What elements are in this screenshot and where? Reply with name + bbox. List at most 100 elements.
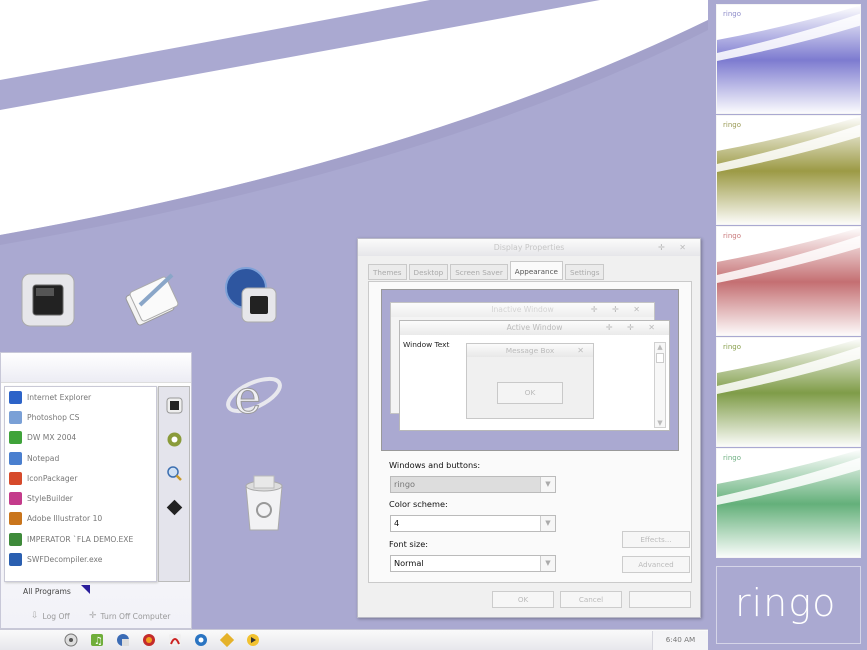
svg-text:♫: ♫ <box>94 636 103 647</box>
preview-scrollbar: ▲ ▼ <box>654 342 666 428</box>
chevron-down-icon[interactable]: ▼ <box>540 556 555 571</box>
player-icon[interactable] <box>246 633 260 647</box>
notepad-icon <box>9 451 22 465</box>
internet-explorer-icon <box>9 390 22 404</box>
control-panel-small-icon[interactable] <box>166 431 183 448</box>
log-off-button[interactable]: ⇩ Log Off <box>31 611 70 621</box>
system-clock[interactable]: 6:40 AM <box>652 631 708 650</box>
brand-wordmark: ringo <box>735 581 837 625</box>
svg-text:e: e <box>234 370 261 424</box>
turn-off-button[interactable]: ✛ Turn Off Computer <box>89 611 170 621</box>
program-item[interactable]: IconPackager <box>5 468 156 488</box>
window-title: Display Properties <box>493 243 565 252</box>
search-icon[interactable] <box>166 465 183 482</box>
documents-pencil-icon[interactable] <box>120 265 184 329</box>
program-label: Internet Explorer <box>27 392 92 402</box>
tab-themes[interactable]: Themes <box>368 264 407 280</box>
recycle-bin-icon[interactable] <box>232 470 296 534</box>
program-item[interactable]: DW MX 2004 <box>5 428 156 448</box>
preview-ok-button: OK <box>497 382 563 404</box>
apply-button[interactable]: Apply <box>629 591 691 608</box>
display-properties-titlebar[interactable]: Display Properties ✛ ✕ <box>358 239 700 256</box>
program-label: DW MX 2004 <box>27 433 77 443</box>
effects-button[interactable]: Effects... <box>622 531 690 548</box>
swatch-swoosh <box>717 5 860 113</box>
music-icon[interactable]: ♫ <box>90 633 104 647</box>
swfdecompiler-icon <box>9 553 22 567</box>
windows-buttons-value: ringo <box>394 479 416 489</box>
tab-screen-saver[interactable]: Screen Saver <box>450 264 508 280</box>
color-scheme-swatch[interactable]: ringo <box>716 448 861 558</box>
swatch-label: ringo <box>723 121 741 129</box>
chevron-down-icon[interactable]: ▼ <box>540 516 555 531</box>
start-menu: Internet Explorer Photoshop CS DW MX 2004 N… <box>0 352 192 629</box>
scroll-down-icon: ▼ <box>657 419 663 427</box>
acrobat-icon[interactable] <box>168 633 182 647</box>
swatch-label: ringo <box>723 10 741 18</box>
swatch-swoosh <box>717 116 860 224</box>
color-scheme-swatch[interactable]: ringo <box>716 115 861 225</box>
turn-off-label: Turn Off Computer <box>100 611 171 621</box>
chevron-down-icon[interactable]: ▼ <box>540 477 555 492</box>
desktop: e Internet Explorer Photoshop CS DW MX 200… <box>0 0 708 629</box>
dreamweaver-icon <box>9 431 22 445</box>
network-globe-icon[interactable] <box>220 264 284 328</box>
quicktime-icon[interactable] <box>194 633 208 647</box>
illustrator-icon <box>9 512 22 526</box>
color-scheme-select[interactable]: 4 ▼ <box>390 515 556 532</box>
inactive-window-title: Inactive Window <box>491 305 554 314</box>
tab-desktop[interactable]: Desktop <box>408 264 449 280</box>
windows-buttons-select[interactable]: ringo ▼ <box>390 476 556 493</box>
color-scheme-swatch[interactable]: ringo <box>716 4 861 114</box>
color-scheme-value: 4 <box>394 518 400 528</box>
my-computer-icon[interactable] <box>16 268 80 332</box>
program-label: Adobe Illustrator 10 <box>27 514 103 524</box>
imperator-icon <box>9 532 22 546</box>
inactive-window-controls: ✛ ✛ ✕ <box>590 305 646 314</box>
iconpackager-icon <box>9 471 22 485</box>
tab-bar: Themes Desktop Screen Saver Appearance Setti… <box>368 261 606 280</box>
log-off-icon: ⇩ <box>31 611 39 621</box>
program-item[interactable]: Internet Explorer <box>5 387 156 407</box>
tab-appearance[interactable]: Appearance <box>509 261 563 280</box>
program-item[interactable]: StyleBuilder <box>5 488 156 508</box>
preview-inactive-titlebar: Inactive Window ✛ ✛ ✕ <box>391 303 654 317</box>
disc-icon[interactable] <box>64 633 78 647</box>
program-item[interactable]: IMPERATOR `FLA DEMO.EXE <box>5 529 156 549</box>
program-item[interactable]: SWFDecompiler.exe <box>5 549 156 569</box>
my-computer-small-icon[interactable] <box>166 397 183 414</box>
tools-icon[interactable] <box>220 633 234 647</box>
power-icon: ✛ <box>89 611 97 621</box>
cancel-button[interactable]: Cancel <box>560 591 622 608</box>
window-controls[interactable]: ✛ ✕ <box>658 239 692 256</box>
appearance-preview: Inactive Window ✛ ✛ ✕ Active Window ✛ ✛ … <box>381 289 679 451</box>
scroll-thumb <box>656 353 664 363</box>
program-item[interactable]: Notepad <box>5 448 156 468</box>
scroll-up-icon: ▲ <box>657 343 663 351</box>
all-programs-link[interactable]: All Programs <box>23 587 71 596</box>
program-label: SWFDecompiler.exe <box>27 555 103 565</box>
stylebuilder-icon <box>9 492 22 506</box>
program-item[interactable]: Photoshop CS <box>5 407 156 427</box>
media-icon[interactable] <box>142 633 156 647</box>
color-scheme-swatch[interactable]: ringo <box>716 226 861 336</box>
ok-button[interactable]: OK <box>492 591 554 608</box>
font-size-label: Font size: <box>389 539 429 549</box>
preview-active-window: Active Window ✛ ✛ ✕ Window Text Message … <box>399 320 670 431</box>
tab-settings[interactable]: Settings <box>564 264 605 280</box>
font-size-select[interactable]: Normal ▼ <box>390 555 556 572</box>
color-scheme-swatch[interactable]: ringo <box>716 337 861 447</box>
font-size-value: Normal <box>394 558 424 568</box>
globe-icon[interactable] <box>116 633 130 647</box>
run-icon[interactable] <box>166 499 183 516</box>
swatch-swoosh <box>717 338 860 446</box>
start-menu-header <box>1 353 191 383</box>
all-programs-arrow-icon[interactable] <box>81 585 90 594</box>
program-label: Photoshop CS <box>27 412 80 422</box>
display-properties-window: Display Properties ✛ ✕ Themes Desktop Scre… <box>357 238 701 618</box>
preview-message-box-titlebar: Message Box ✕ <box>467 344 593 357</box>
active-window-controls: ✛ ✛ ✕ <box>605 323 661 332</box>
program-item[interactable]: Adobe Illustrator 10 <box>5 509 156 529</box>
advanced-button[interactable]: Advanced <box>622 556 690 573</box>
internet-explorer-icon[interactable]: e <box>220 365 284 429</box>
